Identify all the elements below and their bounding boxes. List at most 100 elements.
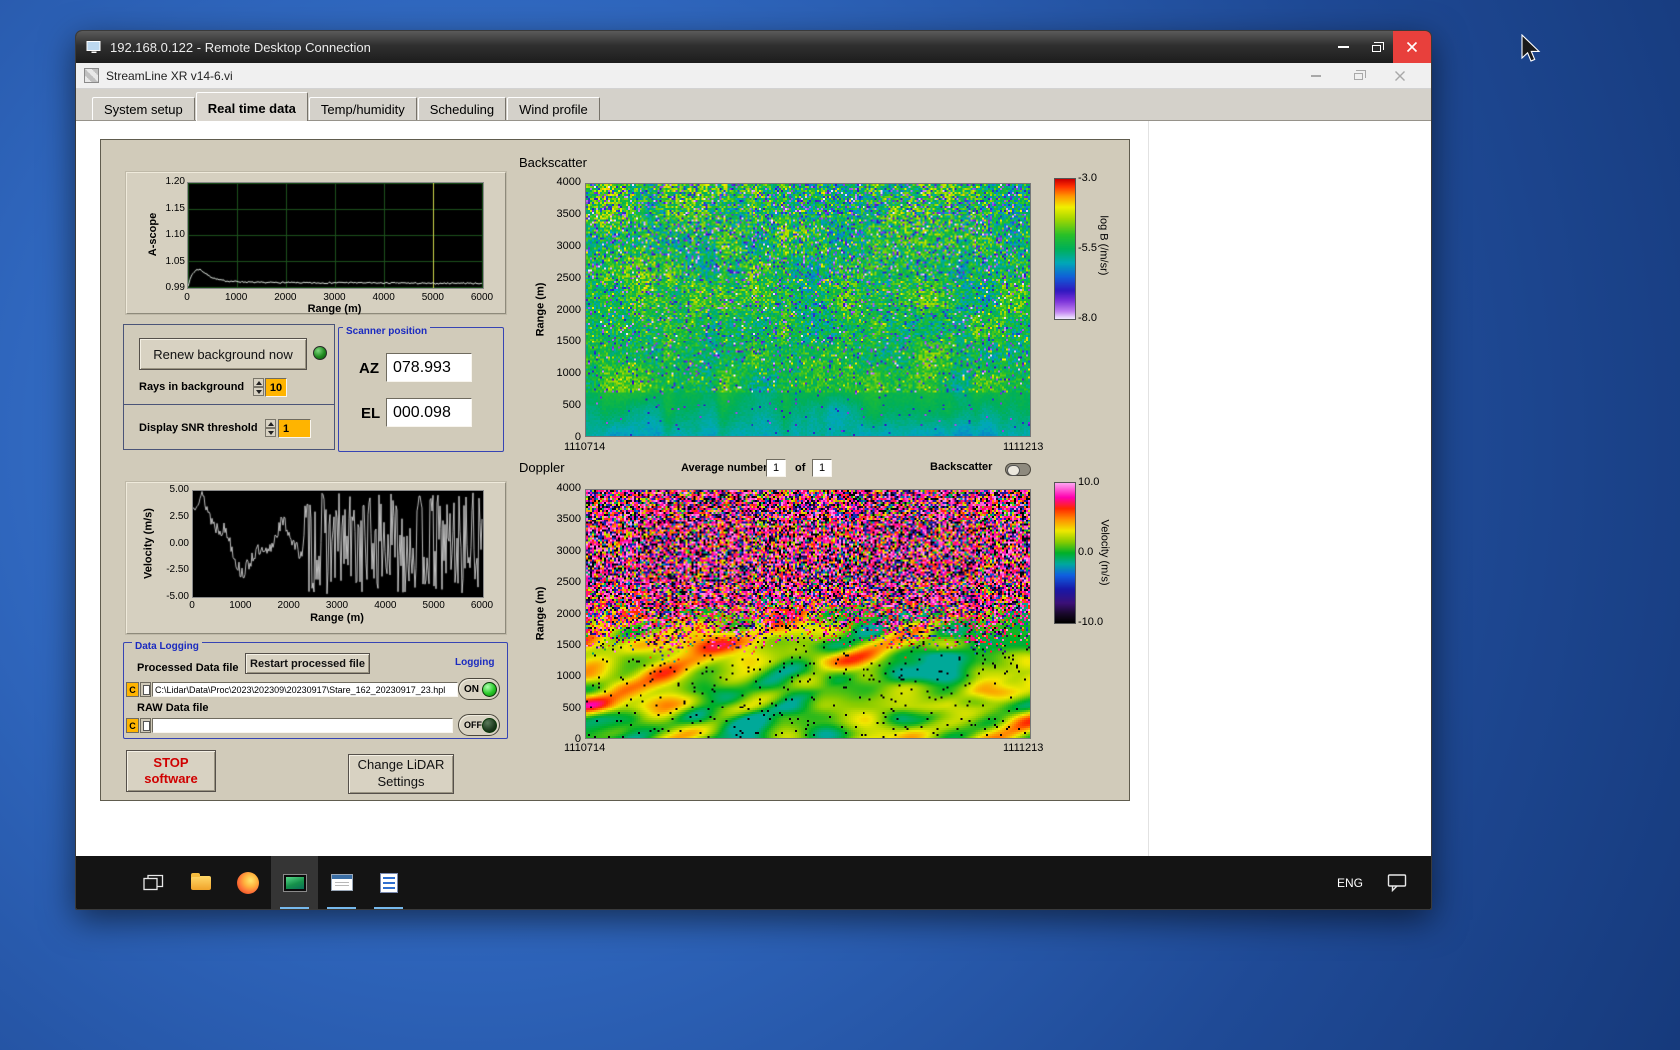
vi-titlebar[interactable]: StreamLine XR v14-6.vi — [76, 63, 1431, 89]
rdp-close-button[interactable] — [1393, 31, 1431, 63]
processed-data-file-path[interactable]: C:\Lidar\Data\Proc\2023\202309\20230917\… — [152, 682, 458, 697]
rdp-title: 192.168.0.122 - Remote Desktop Connectio… — [110, 39, 371, 55]
firefox-button[interactable] — [224, 856, 271, 909]
backscatter-display-toggle[interactable] — [1005, 463, 1031, 476]
vi-title: StreamLine XR v14-6.vi — [106, 68, 233, 83]
rays-in-background-field[interactable]: 10 — [265, 378, 287, 397]
tick-label: -10.0 — [1078, 616, 1104, 628]
renew-background-label: Renew background now — [153, 346, 293, 362]
raw-drive-box[interactable]: C — [126, 718, 139, 733]
restart-processed-file-button[interactable]: Restart processed file — [245, 653, 370, 674]
backscatter-y-axis: 4000 3500 3000 2500 2000 1500 1000 500 0 — [547, 177, 581, 443]
tick-label: 1500 — [556, 638, 581, 651]
processed-browse-icon[interactable] — [140, 682, 151, 697]
raw-data-file-path[interactable] — [152, 718, 453, 733]
tab-wind-profile[interactable]: Wind profile — [507, 97, 600, 120]
raw-browse-icon[interactable] — [140, 718, 151, 733]
azimuth-label: AZ — [359, 360, 379, 377]
raw-logging-toggle[interactable]: OFF — [458, 714, 500, 736]
change-lidar-settings-button[interactable]: Change LiDAR Settings — [348, 754, 454, 794]
main-panel: 1.20 1.15 1.10 1.05 0.99 0 1000 2000 3000 4000 50… — [100, 139, 1130, 801]
logging-label: Logging — [452, 657, 498, 669]
tick-label: 2000 — [556, 607, 581, 620]
a-scope-x-label: Range (m) — [307, 303, 362, 315]
doppler-y-label: Range (m) — [534, 586, 547, 641]
renew-background-button[interactable]: Renew background now — [139, 338, 307, 370]
scan-scheduler-button[interactable] — [318, 856, 365, 909]
of-count-field[interactable]: 1 — [812, 459, 832, 477]
tick-label: -8.0 — [1078, 312, 1097, 324]
average-number-field[interactable]: 1 — [766, 459, 786, 477]
data-logging-title: Data Logging — [132, 641, 202, 653]
tick-label: 3000 — [556, 544, 581, 557]
tick-label: 10.0 — [1078, 476, 1100, 488]
processed-drive-box[interactable]: C — [126, 682, 139, 697]
off-label: OFF — [464, 720, 482, 730]
backscatter-time-end: 1111213 — [1003, 441, 1044, 453]
tab-scheduling[interactable]: Scheduling — [417, 97, 507, 120]
tick-label: 2000 — [556, 303, 581, 316]
snr-spinner[interactable] — [265, 419, 276, 437]
task-view-icon — [143, 874, 164, 891]
tick-label: 2000 — [277, 600, 300, 611]
a-scope-chart: 1.20 1.15 1.10 1.05 0.99 0 1000 2000 3000 4000 50… — [126, 172, 506, 315]
tab-temp-humidity[interactable]: Temp/humidity — [308, 97, 417, 120]
data-logging-group: Data Logging Processed Data file Restart… — [123, 641, 508, 739]
velocity-plot — [192, 490, 484, 598]
tick-label: 5000 — [422, 600, 445, 611]
notes-app-button[interactable] — [365, 856, 412, 909]
rays-spinner[interactable] — [253, 378, 264, 396]
task-view-button[interactable] — [130, 856, 177, 909]
doppler-section-title: Doppler — [519, 460, 565, 475]
tick-label: 6000 — [470, 600, 494, 611]
rdp-titlebar[interactable]: 192.168.0.122 - Remote Desktop Connectio… — [76, 31, 1431, 63]
stop-label-line2: software — [144, 771, 198, 786]
tab-real-time-data[interactable]: Real time data — [195, 92, 308, 121]
tick-label: 5000 — [421, 292, 444, 303]
feedback-chat-icon[interactable] — [1387, 873, 1407, 892]
tick-label: 2.50 — [169, 510, 189, 522]
average-number-label: Average number — [681, 462, 768, 474]
rdp-restore-button[interactable] — [1360, 31, 1393, 63]
tick-label: 5.00 — [169, 484, 189, 495]
tick-label: 1.05 — [165, 255, 185, 267]
streamline-app-button[interactable] — [271, 856, 318, 909]
close-icon — [1406, 41, 1418, 53]
processed-logging-toggle[interactable]: ON — [458, 678, 500, 700]
stop-software-button[interactable]: STOP software — [126, 750, 216, 792]
tick-label: 4000 — [374, 600, 397, 611]
file-explorer-button[interactable] — [177, 856, 224, 909]
processed-data-file-label: Processed Data file — [137, 662, 239, 674]
scanner-position-title: Scanner position — [343, 326, 431, 338]
close-icon — [1395, 70, 1405, 81]
velocity-x-label: Range (m) — [310, 612, 364, 624]
scanner-position-group: Scanner position AZ 078.993 EL 000.098 — [338, 326, 504, 452]
doppler-time-start: 1110714 — [564, 742, 606, 754]
on-label: ON — [464, 683, 479, 695]
tick-label: 0.99 — [165, 282, 185, 293]
vi-restore-button[interactable] — [1337, 63, 1379, 88]
mouse-cursor — [1521, 34, 1541, 62]
rdp-minimize-button[interactable] — [1327, 31, 1360, 63]
tick-label: 1.10 — [165, 229, 185, 240]
background-led-indicator — [313, 346, 327, 360]
tab-system-setup[interactable]: System setup — [92, 97, 195, 120]
azimuth-value: 078.993 — [386, 353, 472, 382]
tick-label: 6000 — [470, 292, 494, 303]
tick-label: 3500 — [556, 207, 581, 220]
snr-threshold-field[interactable]: 1 — [278, 419, 311, 438]
language-indicator[interactable]: ENG — [1329, 870, 1371, 896]
rays-in-background-label: Rays in background — [139, 381, 245, 393]
tick-label: 1000 — [225, 292, 248, 303]
change-settings-line2: Settings — [377, 774, 425, 789]
snr-threshold-label: Display SNR threshold — [139, 422, 258, 434]
taskbar-icons — [130, 856, 412, 909]
minimize-icon — [1338, 46, 1349, 48]
tick-label: 4000 — [556, 176, 581, 188]
backscatter-colorbar-label: log B (/m/sr) — [1097, 215, 1110, 276]
tick-label: 0 — [189, 600, 195, 611]
velocity-y-axis: 5.00 2.50 0.00 -2.50 -5.00 — [151, 484, 189, 602]
vi-close-button[interactable] — [1379, 63, 1421, 88]
minimize-icon — [1311, 74, 1321, 77]
vi-minimize-button[interactable] — [1295, 63, 1337, 88]
